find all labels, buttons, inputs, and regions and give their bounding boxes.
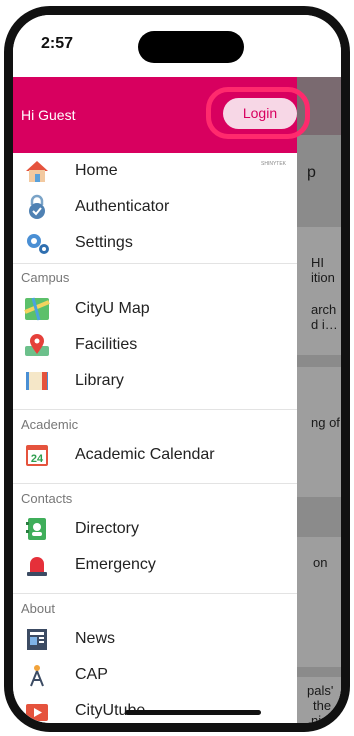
svg-text:24: 24 bbox=[31, 453, 44, 465]
home-indicator[interactable] bbox=[125, 710, 261, 715]
menu-item-cityu-map[interactable]: CityU Map bbox=[13, 291, 297, 327]
bg-fragment: on bbox=[313, 555, 328, 570]
menu-item-settings[interactable]: Settings bbox=[13, 225, 297, 261]
bg-fragment: d i… bbox=[311, 317, 338, 332]
menu-item-label: Library bbox=[75, 372, 124, 389]
siren-icon bbox=[27, 557, 47, 576]
section-header-academic: Academic bbox=[21, 417, 79, 432]
navigation-drawer: Hi Guest Login SHINYTEK Home Authenticat… bbox=[13, 77, 310, 723]
bg-fragment: pals' bbox=[307, 683, 334, 698]
dynamic-island bbox=[138, 31, 244, 63]
menu-item-cityutube[interactable]: CityUtube bbox=[13, 693, 297, 723]
tower-icon bbox=[30, 665, 44, 687]
menu-item-emergency[interactable]: Emergency bbox=[13, 547, 297, 583]
menu-item-label: Home bbox=[75, 162, 118, 179]
phone-frame: p HI ition arch d i… ng of on pals' the … bbox=[4, 6, 350, 732]
drawer-header: Hi Guest Login bbox=[13, 77, 310, 153]
gears-icon bbox=[27, 234, 49, 254]
bg-fragment: nine bbox=[311, 713, 336, 723]
status-time: 2:57 bbox=[41, 35, 74, 52]
menu-item-home[interactable]: Home bbox=[13, 153, 297, 189]
menu-item-label: News bbox=[75, 630, 116, 647]
section-header-contacts: Contacts bbox=[21, 491, 73, 506]
calendar-icon: 24 bbox=[26, 445, 48, 466]
divider bbox=[13, 483, 297, 484]
menu-item-label: Settings bbox=[75, 234, 133, 251]
login-button[interactable]: Login bbox=[223, 98, 297, 129]
news-icon bbox=[27, 629, 47, 650]
book-icon bbox=[26, 372, 48, 390]
home-icon bbox=[26, 161, 48, 182]
menu-item-label: Authenticator bbox=[75, 198, 170, 215]
menu-item-label: CAP bbox=[75, 666, 108, 683]
menu-item-directory[interactable]: Directory bbox=[13, 511, 297, 547]
menu-item-news[interactable]: News bbox=[13, 621, 297, 657]
map-icon bbox=[24, 297, 50, 321]
menu-item-authenticator[interactable]: Authenticator bbox=[13, 189, 297, 225]
section-header-about: About bbox=[21, 601, 55, 616]
menu-item-label: Academic Calendar bbox=[75, 446, 215, 463]
bg-fragment: ng of bbox=[311, 415, 340, 430]
section-header-campus: Campus bbox=[21, 270, 70, 285]
status-bar: 2:57 bbox=[13, 15, 341, 77]
menu-item-cap[interactable]: CAP bbox=[13, 657, 297, 693]
divider bbox=[13, 263, 297, 264]
divider bbox=[13, 593, 297, 594]
lock-check-icon bbox=[29, 194, 45, 219]
divider bbox=[13, 409, 297, 410]
menu-item-label: CityU Map bbox=[75, 300, 150, 317]
screen: p HI ition arch d i… ng of on pals' the … bbox=[13, 15, 341, 723]
bg-fragment: HI bbox=[311, 255, 324, 270]
menu-item-label: Emergency bbox=[75, 556, 156, 573]
bg-fragment: arch bbox=[311, 302, 337, 317]
contact-book-icon bbox=[26, 518, 46, 540]
menu-item-library[interactable]: Library bbox=[13, 363, 297, 399]
menu-item-facilities[interactable]: Facilities bbox=[13, 327, 297, 363]
menu-item-label: Directory bbox=[75, 520, 140, 537]
menu-item-academic-calendar[interactable]: 24 Academic Calendar bbox=[13, 437, 297, 473]
location-pin-icon bbox=[25, 334, 49, 356]
video-icon bbox=[26, 704, 48, 721]
greeting-text: Hi Guest bbox=[21, 107, 76, 123]
menu-item-label: Facilities bbox=[75, 336, 138, 353]
bg-fragment: ition bbox=[311, 270, 335, 285]
bg-fragment: the bbox=[313, 698, 332, 713]
bg-fragment: p bbox=[307, 164, 316, 181]
